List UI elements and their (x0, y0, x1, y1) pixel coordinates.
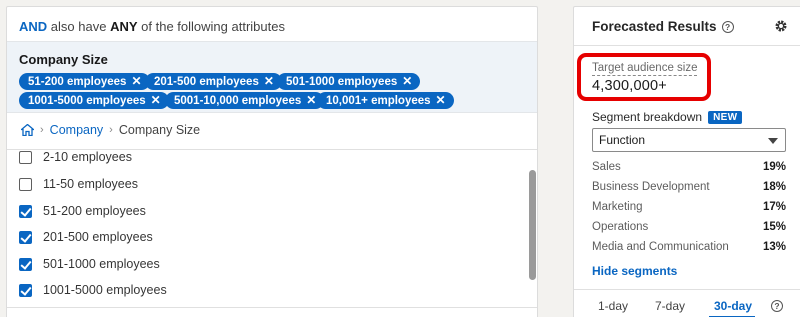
forecast-title-text: Forecasted Results (592, 19, 717, 34)
help-icon[interactable]: ? (771, 300, 783, 312)
selected-pill[interactable]: 10,001+ employees ✕ (317, 92, 454, 109)
selected-pill[interactable]: 1001-5000 employees ✕ (19, 92, 169, 109)
forecast-title: Forecasted Results ? (592, 19, 734, 34)
close-icon[interactable]: ✕ (151, 93, 161, 107)
tab-1-day[interactable]: 1-day (598, 299, 628, 313)
pill-label: 5001-10,000 employees (174, 95, 302, 107)
segment-breakdown-text: Segment breakdown (592, 110, 703, 124)
pill-label: 1001-5000 employees (28, 95, 146, 107)
pill-label: 501-1000 employees (286, 76, 398, 88)
divider (7, 307, 537, 308)
checkbox-checked[interactable] (19, 283, 32, 297)
also-have-text: also have (50, 19, 107, 34)
attribute-rule-text: AND also have ANY of the following attri… (19, 19, 285, 34)
close-icon[interactable]: ✕ (264, 74, 274, 88)
pill-label: 10,001+ employees (326, 95, 431, 107)
pill-label: 201-500 employees (154, 76, 259, 88)
option-item[interactable]: 201-500 employees (19, 227, 153, 247)
segment-breakdown-label: Segment breakdown NEW (592, 110, 743, 124)
segment-name: Sales (592, 161, 621, 173)
home-icon[interactable] (21, 124, 34, 136)
segment-row: Business Development 18% (592, 181, 786, 197)
breadcrumb-company-link[interactable]: Company (50, 123, 104, 137)
checkbox-checked[interactable] (19, 204, 32, 218)
segment-name: Media and Communication (592, 241, 729, 253)
close-icon[interactable]: ✕ (131, 74, 141, 88)
breadcrumb-separator: › (109, 124, 113, 136)
option-label: 1001-5000 employees (43, 283, 167, 297)
segment-name: Operations (592, 221, 649, 233)
segment-pct: 17% (762, 201, 786, 213)
breadcrumb: › Company › Company Size (21, 123, 200, 137)
facet-title: Company Size (19, 52, 108, 67)
pill-label: 51-200 employees (28, 76, 127, 88)
close-icon[interactable]: ✕ (436, 93, 446, 107)
segment-pct: 15% (762, 221, 786, 233)
hide-segments-link[interactable]: Hide segments (592, 264, 677, 278)
checkbox-checked[interactable] (19, 230, 32, 244)
targeting-panel: AND also have ANY of the following attri… (6, 6, 538, 317)
checkbox[interactable] (19, 177, 32, 191)
attributes-suffix: of the following attributes (141, 19, 285, 34)
selected-pill[interactable]: 501-1000 employees ✕ (277, 73, 421, 90)
close-icon[interactable]: ✕ (306, 93, 316, 107)
option-label: 501-1000 employees (43, 257, 160, 271)
segment-name: Business Development (592, 181, 710, 193)
option-label: 2-10 employees (43, 150, 132, 164)
checkbox-checked[interactable] (19, 257, 32, 271)
segment-name: Marketing (592, 201, 643, 213)
segment-pct: 13% (762, 241, 786, 253)
close-icon[interactable]: ✕ (402, 74, 412, 88)
breadcrumb-separator: › (40, 124, 44, 136)
forecast-panel: Forecasted Results ? Target audience siz… (573, 6, 800, 317)
new-badge: NEW (708, 110, 743, 124)
tab-30-day[interactable]: 30-day (714, 299, 752, 313)
divider (574, 45, 800, 46)
divider (574, 289, 800, 290)
segment-row: Sales 19% (592, 161, 786, 177)
selected-facet-box: Company Size 51-200 employees ✕ 201-500 e… (7, 41, 537, 113)
and-keyword: AND (19, 19, 48, 34)
scrollbar[interactable] (529, 170, 536, 280)
help-icon[interactable]: ? (721, 20, 734, 33)
option-label: 201-500 employees (43, 230, 153, 244)
segment-pct: 18% (762, 181, 786, 193)
segment-pct: 19% (762, 161, 786, 173)
target-audience-label[interactable]: Target audience size (592, 62, 698, 76)
selected-pill[interactable]: 51-200 employees ✕ (19, 73, 150, 90)
option-item[interactable]: 501-1000 employees (19, 254, 160, 274)
option-item[interactable]: 2-10 employees (19, 147, 132, 167)
selected-pill[interactable]: 201-500 employees ✕ (145, 73, 282, 90)
checkbox[interactable] (19, 150, 32, 164)
segment-select-value: Function (599, 133, 646, 147)
segment-row: Operations 15% (592, 221, 786, 237)
selected-pill[interactable]: 5001-10,000 employees ✕ (165, 92, 325, 109)
option-label: 51-200 employees (43, 204, 146, 218)
chevron-down-icon (768, 138, 778, 144)
any-keyword: ANY (110, 19, 138, 34)
segment-row: Marketing 17% (592, 201, 786, 217)
gear-icon[interactable] (774, 19, 788, 33)
tab-7-day[interactable]: 7-day (655, 299, 685, 313)
target-audience-value: 4,300,000+ (592, 78, 667, 94)
option-item[interactable]: 1001-5000 employees (19, 280, 167, 300)
option-label: 11-50 employees (43, 177, 138, 191)
option-item[interactable]: 51-200 employees (19, 201, 146, 221)
breadcrumb-current: Company Size (118, 123, 201, 137)
option-item[interactable]: 11-50 employees (19, 174, 138, 194)
segment-select[interactable]: Function (592, 128, 786, 152)
segment-row: Media and Communication 13% (592, 241, 786, 257)
